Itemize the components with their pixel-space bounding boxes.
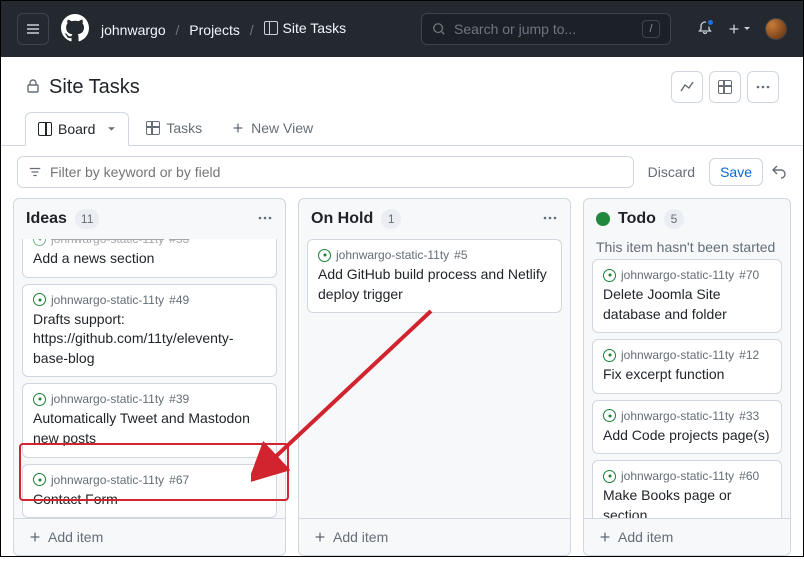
graph-icon <box>679 79 695 95</box>
issue-open-icon <box>33 293 46 306</box>
column-cards[interactable]: johnwargo-static-11ty #5 Add GitHub buil… <box>299 239 570 518</box>
column-cards[interactable]: johnwargo-static-11ty #70 Delete Joomla … <box>584 259 790 518</box>
create-menu[interactable] <box>727 22 751 36</box>
breadcrumb: johnwargo / Projects / Site Tasks <box>101 20 346 38</box>
settings-button[interactable] <box>709 71 741 103</box>
issue-open-icon <box>603 269 616 282</box>
issue-card[interactable]: johnwargo-static-11ty #70 Delete Joomla … <box>592 259 782 333</box>
column-on-hold: On Hold 1 johnwargo-static-11ty #5 Add G… <box>298 198 571 556</box>
insights-button[interactable] <box>671 71 703 103</box>
issue-card[interactable]: johnwargo-static-11ty #39 Automatically … <box>22 383 277 457</box>
column-menu-button[interactable] <box>257 210 273 229</box>
column-title: On Hold <box>311 210 373 228</box>
undo-icon <box>771 163 787 179</box>
add-item-button[interactable]: Add item <box>14 518 285 555</box>
slash-shortcut: / <box>642 20 660 38</box>
column-count-badge: 1 <box>381 209 401 229</box>
breadcrumb-user[interactable]: johnwargo <box>101 22 166 38</box>
tab-tasks[interactable]: Tasks <box>133 111 215 145</box>
plus-icon <box>28 530 42 544</box>
issue-card[interactable]: johnwargo-static-11ty #33 Add Code proje… <box>592 400 782 455</box>
column-count-badge: 11 <box>75 209 99 229</box>
view-tabs: Board Tasks New View <box>1 111 803 146</box>
discard-button[interactable]: Discard <box>642 160 701 184</box>
lock-icon <box>25 78 41 97</box>
board: Ideas 11 johnwargo-static-11ty #53 Add a… <box>1 198 803 568</box>
board-icon <box>38 122 52 136</box>
issue-card[interactable]: johnwargo-static-11ty #5 Add GitHub buil… <box>307 239 562 313</box>
menu-button[interactable] <box>17 13 49 45</box>
issue-open-icon <box>33 393 46 406</box>
column-title: Ideas <box>26 210 67 228</box>
column-title: Todo <box>618 210 656 228</box>
card-title: Add Code projects page(s) <box>603 426 771 446</box>
chevron-down-icon <box>743 25 751 33</box>
page-title: Site Tasks <box>49 76 140 99</box>
issue-card[interactable]: johnwargo-static-11ty #60 Make Books pag… <box>592 460 782 518</box>
column-cards[interactable]: johnwargo-static-11ty #53 Add a news sec… <box>14 239 285 518</box>
column-menu-button[interactable] <box>542 210 558 229</box>
panel-icon <box>718 80 732 94</box>
notifications-icon[interactable] <box>697 20 713 39</box>
column-subtitle: This item hasn't been started <box>584 239 790 259</box>
notification-dot-icon <box>706 18 715 27</box>
card-title: Make Books page or section <box>603 486 771 518</box>
breadcrumb-project[interactable]: Site Tasks <box>264 20 347 36</box>
avatar[interactable] <box>765 18 787 40</box>
kebab-icon <box>542 210 558 226</box>
issue-card[interactable]: johnwargo-static-11ty #53 Add a news sec… <box>22 239 277 278</box>
card-title: Drafts support: https://github.com/11ty/… <box>33 310 266 369</box>
status-dot-icon <box>596 212 610 226</box>
kebab-icon <box>257 210 273 226</box>
breadcrumb-projects[interactable]: Projects <box>189 22 240 38</box>
add-item-button[interactable]: Add item <box>299 518 570 555</box>
search-icon <box>432 22 446 36</box>
card-title: Fix excerpt function <box>603 365 771 385</box>
issue-open-icon <box>33 239 46 246</box>
card-title: Contact Form <box>33 490 266 510</box>
table-icon <box>146 121 160 135</box>
card-title: Delete Joomla Site database and folder <box>603 285 771 324</box>
issue-card[interactable]: johnwargo-static-11ty #12 Fix excerpt fu… <box>592 339 782 394</box>
issue-open-icon <box>603 470 616 483</box>
issue-open-icon <box>603 349 616 362</box>
search-input[interactable]: Search or jump to... / <box>421 13 671 45</box>
issue-card[interactable]: johnwargo-static-11ty #49 Drafts support… <box>22 284 277 378</box>
column-todo: Todo 5 This item hasn't been started joh… <box>583 198 791 556</box>
github-logo-icon[interactable] <box>61 14 89 45</box>
column-count-badge: 5 <box>664 209 684 229</box>
card-title: Add GitHub build process and Netlify dep… <box>318 265 551 304</box>
issue-open-icon <box>318 249 331 262</box>
plus-icon <box>231 121 245 135</box>
card-title: Add a news section <box>33 249 266 269</box>
issue-open-icon <box>33 473 46 486</box>
filter-input[interactable] <box>17 156 634 188</box>
page-header: Site Tasks <box>1 57 803 111</box>
project-icon <box>264 21 278 35</box>
add-item-button[interactable]: Add item <box>584 518 790 555</box>
kebab-icon <box>755 79 771 95</box>
tab-board[interactable]: Board <box>25 112 129 146</box>
column-ideas: Ideas 11 johnwargo-static-11ty #53 Add a… <box>13 198 286 556</box>
filter-bar: Discard Save <box>1 146 803 198</box>
plus-icon <box>598 530 612 544</box>
issue-open-icon <box>603 409 616 422</box>
filter-icon <box>28 165 42 179</box>
more-button[interactable] <box>747 71 779 103</box>
card-title: Automatically Tweet and Mastodon new pos… <box>33 409 266 448</box>
save-button[interactable]: Save <box>709 158 763 186</box>
issue-card[interactable]: johnwargo-static-11ty #67 Contact Form <box>22 464 277 518</box>
chevron-down-icon[interactable] <box>107 121 116 137</box>
plus-icon <box>313 530 327 544</box>
revert-button[interactable] <box>771 163 787 182</box>
new-view-button[interactable]: New View <box>219 112 325 144</box>
search-placeholder: Search or jump to... <box>454 21 576 37</box>
global-header: johnwargo / Projects / Site Tasks Search… <box>1 1 803 57</box>
